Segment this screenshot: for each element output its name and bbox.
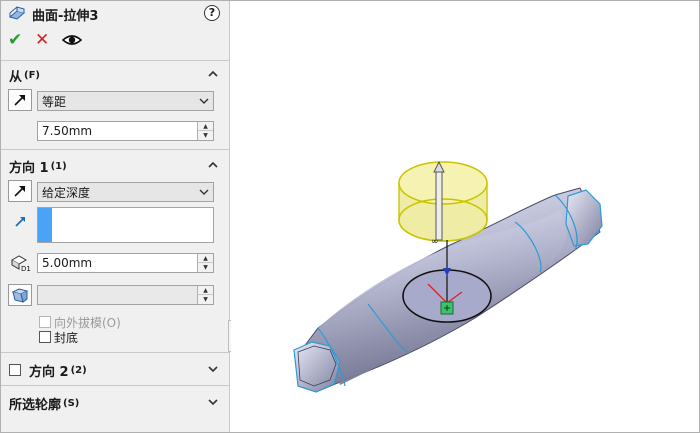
direction-vector-selection-box[interactable] xyxy=(37,207,214,243)
separator xyxy=(0,60,230,61)
chevron-down-icon xyxy=(199,189,209,195)
ok-icon[interactable]: ✔ xyxy=(8,30,30,50)
feature-title: 曲面-拉伸3 xyxy=(32,8,99,24)
selection-marker xyxy=(38,208,52,242)
help-icon[interactable]: ? xyxy=(204,5,220,21)
direction1-shortcut: (1) xyxy=(50,160,67,172)
model-preview[interactable]: ∞ xyxy=(231,0,700,433)
cap-end-checkbox[interactable] xyxy=(39,331,51,343)
svg-text:∞: ∞ xyxy=(431,237,439,247)
separator xyxy=(0,352,230,353)
selected-contours-shortcut: (S) xyxy=(63,397,80,409)
graphics-viewport[interactable]: ∞ xyxy=(231,0,700,433)
direction1-section-header[interactable]: 方向 1 (1) xyxy=(9,156,221,176)
reverse-direction-icon xyxy=(14,186,25,197)
draft-toggle-button[interactable] xyxy=(8,284,32,306)
from-offset-value: 7.50mm xyxy=(42,124,93,138)
direction2-checkbox[interactable] xyxy=(9,364,21,376)
direction1-title: 方向 1 xyxy=(9,160,49,176)
cap-end-label: 封底 xyxy=(54,330,79,345)
depth-dimension-icon: D1 xyxy=(10,253,32,273)
direction1-depth-input[interactable]: 5.00mm ▲ ▼ xyxy=(37,253,214,273)
reverse-direction-icon xyxy=(14,95,25,106)
draft-angle-input: ▲ ▼ xyxy=(37,285,214,305)
separator xyxy=(0,149,230,150)
svg-text:D1: D1 xyxy=(21,265,31,272)
draft-outward-checkbox xyxy=(39,316,51,328)
direction2-shortcut: (2) xyxy=(70,364,87,376)
chevron-down-icon xyxy=(199,98,209,104)
draft-outward-row: 向外拔模(O) xyxy=(39,314,121,330)
from-section-header[interactable]: 从 (F) xyxy=(9,65,221,85)
from-offset-input[interactable]: 7.50mm ▲ ▼ xyxy=(37,121,214,141)
direction2-section-header[interactable]: 方向 2 (2) xyxy=(9,360,221,380)
direction2-title: 方向 2 xyxy=(29,364,69,380)
direction-arrow-icon xyxy=(10,211,32,231)
chevron-up-icon[interactable] xyxy=(207,159,219,171)
from-section-shortcut: (F) xyxy=(24,69,40,81)
direction1-depth-spinner[interactable]: ▲ ▼ xyxy=(197,254,213,272)
selected-contours-title: 所选轮廓 xyxy=(9,397,62,413)
draft-angle-spinner: ▲ ▼ xyxy=(197,286,213,304)
from-condition-select[interactable]: 等距 xyxy=(37,91,214,111)
from-offset-spinner[interactable]: ▲ ▼ xyxy=(197,122,213,140)
from-condition-value: 等距 xyxy=(42,94,67,109)
direction1-end-condition-value: 给定深度 xyxy=(42,185,91,200)
chevron-down-icon[interactable] xyxy=(207,363,219,375)
preview-eye-icon[interactable] xyxy=(62,33,82,47)
direction1-reverse-button[interactable] xyxy=(8,180,32,202)
chevron-down-icon[interactable] xyxy=(207,396,219,408)
surface-extrude-icon xyxy=(8,6,26,20)
cap-end-row[interactable]: 封底 xyxy=(39,329,78,345)
cancel-icon[interactable]: ✕ xyxy=(35,30,57,50)
draft-icon xyxy=(11,288,29,303)
action-bar: ✔ ✕ xyxy=(8,30,82,50)
from-section-title: 从 xyxy=(9,69,23,85)
chevron-up-icon[interactable] xyxy=(207,68,219,80)
feature-title-bar: 曲面-拉伸3 ? xyxy=(8,4,220,24)
separator xyxy=(0,385,230,386)
direction1-depth-value: 5.00mm xyxy=(42,256,93,270)
property-manager-panel: 曲面-拉伸3 ? ✔ ✕ 从 (F) 等距 7.50mm ▲ ▼ 方向 1 (1) xyxy=(0,0,230,433)
selected-contours-section-header[interactable]: 所选轮廓 (S) xyxy=(9,393,221,413)
from-reverse-direction-button[interactable] xyxy=(8,89,32,111)
extrusion-preview[interactable] xyxy=(398,161,488,242)
direction1-end-condition-select[interactable]: 给定深度 xyxy=(37,182,214,202)
